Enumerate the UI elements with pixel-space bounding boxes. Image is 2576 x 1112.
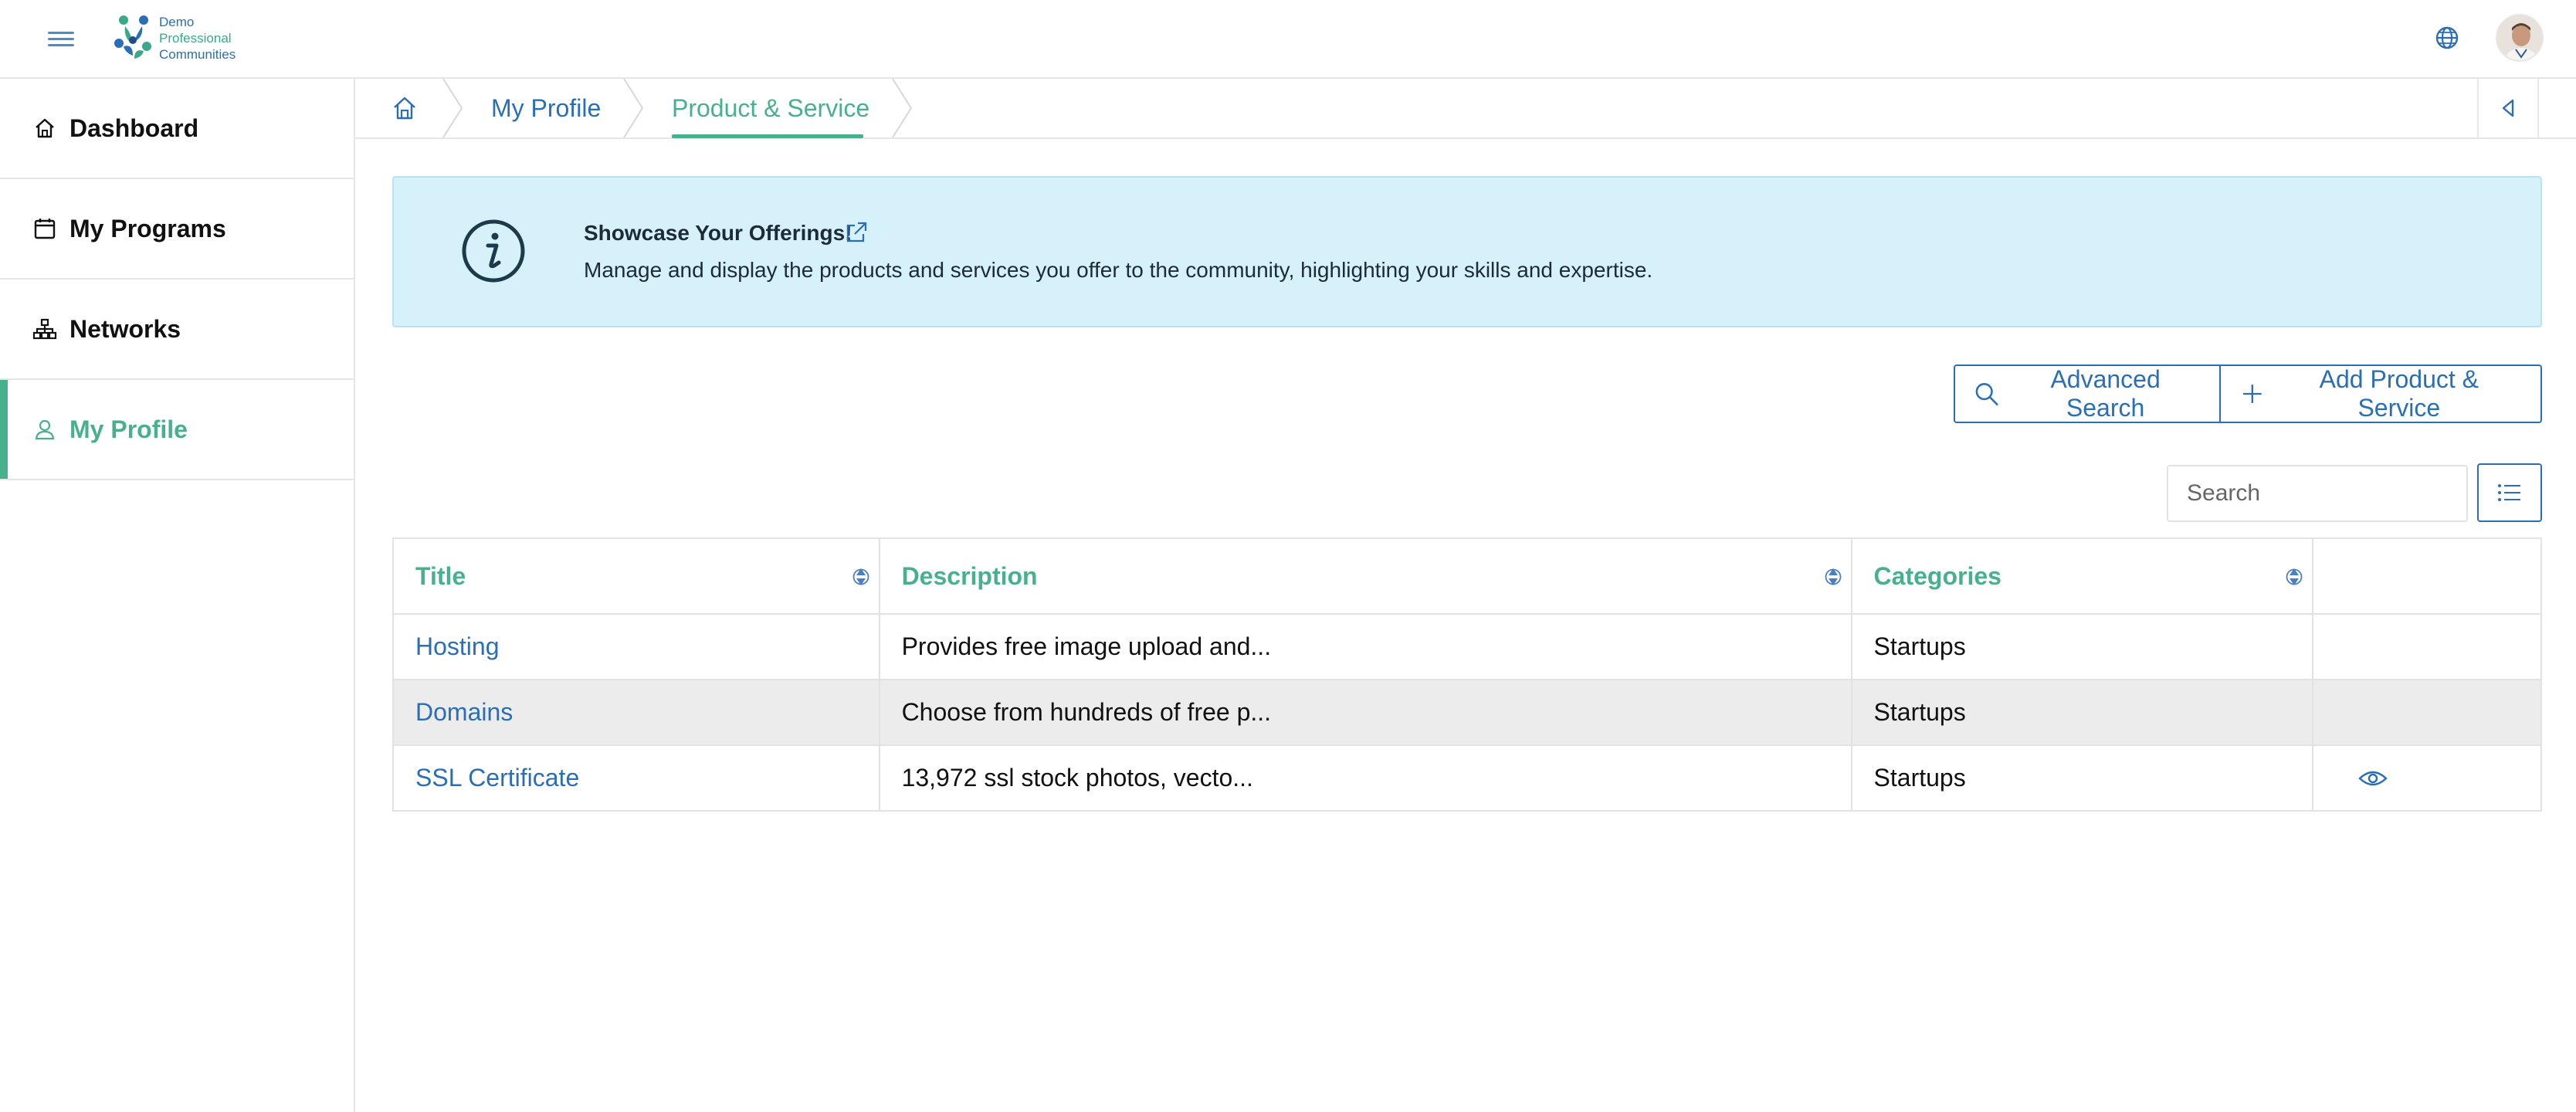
column-toggle-button[interactable] — [2477, 463, 2542, 522]
breadcrumb-my-profile[interactable]: My Profile — [491, 94, 601, 123]
logo-line-3: Communities — [159, 47, 236, 62]
breadcrumb: My Profile Product & Service — [355, 79, 2576, 139]
sidebar-item-networks[interactable]: Networks — [0, 280, 354, 380]
sidebar-item-label: Networks — [69, 314, 181, 343]
column-header-title[interactable]: Title — [392, 537, 880, 615]
calendar-icon — [32, 216, 57, 241]
row-title-link[interactable]: Hosting — [392, 613, 880, 680]
plus-icon — [2242, 385, 2262, 403]
sort-icon[interactable] — [2286, 564, 2303, 590]
advanced-search-button[interactable]: Advanced Search — [1954, 364, 2221, 423]
user-photo-icon — [2497, 15, 2542, 60]
sidebar-item-my-programs[interactable]: My Programs — [0, 179, 354, 280]
banner-title: Showcase Your Offerings! — [584, 221, 852, 245]
info-icon — [462, 219, 525, 283]
table-row[interactable]: Hosting Provides free image upload and..… — [392, 613, 2542, 680]
table-header-row: Title Description Categories — [392, 537, 2542, 615]
row-description: Choose from hundreds of free p... — [878, 679, 1852, 746]
breadcrumb-product-service[interactable]: Product & Service — [672, 94, 869, 123]
breadcrumb-separator-icon — [892, 79, 913, 137]
top-header: Demo Professional Communities — [0, 0, 2576, 79]
row-actions — [2312, 744, 2542, 812]
list-icon — [2498, 484, 2520, 501]
logo-mark-icon — [114, 15, 151, 59]
external-link-icon[interactable] — [845, 221, 868, 244]
sort-icon[interactable] — [1825, 564, 1842, 590]
sidebar-item-label: My Programs — [69, 214, 226, 242]
banner-description: Manage and display the products and serv… — [584, 258, 1653, 282]
menu-icon[interactable] — [48, 28, 74, 49]
sidebar-item-my-profile[interactable]: My Profile — [0, 380, 354, 480]
logo[interactable]: Demo Professional Communities — [108, 12, 239, 65]
row-title-link[interactable]: Domains — [392, 679, 880, 746]
column-header-label: Title — [415, 561, 466, 590]
caret-left-icon — [2502, 99, 2514, 117]
sidebar: Dashboard My Programs Networks My Profil… — [0, 79, 355, 1112]
row-description: Provides free image upload and... — [878, 613, 1852, 680]
logo-text: Demo Professional Communities — [159, 14, 236, 63]
column-header-label: Categories — [1873, 561, 2001, 590]
info-banner: Showcase Your Offerings! Manage and disp… — [392, 176, 2542, 327]
add-product-service-button[interactable]: Add Product & Service — [2221, 364, 2542, 423]
network-icon — [32, 317, 57, 341]
row-actions — [2312, 679, 2542, 746]
breadcrumb-separator-icon — [623, 79, 644, 137]
logo-line-2: Professional — [159, 31, 232, 46]
row-title-link[interactable]: SSL Certificate — [392, 744, 880, 812]
row-category: Startups — [1850, 613, 2314, 680]
avatar[interactable] — [2496, 14, 2544, 62]
sidebar-item-label: My Profile — [69, 415, 188, 443]
search-icon — [1975, 383, 1998, 405]
user-icon — [32, 417, 57, 442]
active-tab-indicator — [672, 134, 863, 138]
row-actions — [2312, 613, 2542, 680]
column-header-actions — [2312, 537, 2542, 615]
view-eye-icon[interactable] — [2358, 768, 2388, 788]
row-category: Startups — [1850, 744, 2314, 812]
column-header-categories[interactable]: Categories — [1850, 537, 2314, 615]
home-icon — [32, 116, 57, 141]
add-product-service-label: Add Product & Service — [2319, 365, 2479, 422]
action-buttons: Advanced Search Add Product & Service — [1954, 364, 2542, 423]
breadcrumb-separator-icon — [442, 79, 463, 137]
sort-icon[interactable] — [852, 564, 869, 590]
table-row[interactable]: Domains Choose from hundreds of free p..… — [392, 679, 2542, 746]
home-icon[interactable] — [391, 94, 419, 122]
sidebar-item-label: Dashboard — [69, 114, 199, 142]
product-service-table: Title Description Categories Hosting Pro… — [392, 537, 2542, 812]
row-category: Startups — [1850, 679, 2314, 746]
logo-line-1: Demo — [159, 15, 195, 29]
advanced-search-label: Advanced Search — [2050, 365, 2161, 422]
search-input[interactable] — [2167, 465, 2468, 522]
sidebar-item-dashboard[interactable]: Dashboard — [0, 79, 354, 179]
table-row[interactable]: SSL Certificate 13,972 ssl stock photos,… — [392, 744, 2542, 812]
column-header-label: Description — [901, 561, 1038, 590]
globe-icon[interactable] — [2434, 25, 2460, 51]
column-header-description[interactable]: Description — [878, 537, 1852, 615]
collapse-panel-button[interactable] — [2477, 79, 2539, 137]
row-description: 13,972 ssl stock photos, vecto... — [878, 744, 1852, 812]
